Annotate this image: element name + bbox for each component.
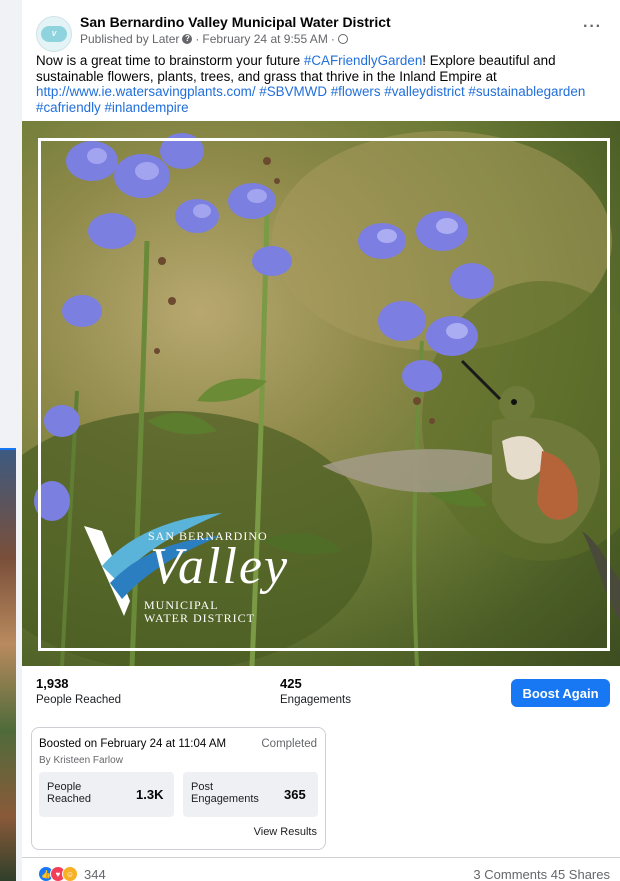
people-reached-value: 1,938 [36,676,69,691]
divider [22,857,620,858]
people-reached-metric: People Reached 1.3K [39,772,174,817]
metric-label: Post Engagements [191,781,259,805]
globe-icon [337,34,348,44]
engagements-stat: 425 Engagements [280,676,351,706]
facebook-post: V San Bernardino Valley Municipal Water … [22,0,620,881]
view-results-link[interactable]: View Results [254,826,317,838]
engagements-value: 425 [280,676,302,691]
metric-label-line-1: People [47,781,82,793]
reactions-summary[interactable]: 👍 ♥ ☺ 344 [38,866,106,881]
valley-logo-icon: V [41,26,67,42]
post-date[interactable]: February 24 at 9:55 AM [202,32,327,46]
caption-text: Now is a great time to brainstorm your f… [36,53,304,68]
boost-status: Completed [261,738,317,750]
page-avatar[interactable]: V [36,16,72,52]
hashtag-link[interactable]: #CAFriendlyGarden [304,53,422,68]
photo-frame [38,138,610,651]
people-reached-stat: 1,938 People Reached [36,676,121,706]
boost-again-button[interactable]: Boost Again [511,679,610,707]
metric-label-line-2: Engagements [191,793,259,805]
background-adjacent-card [0,448,16,881]
metric-value: 365 [284,787,306,802]
engagements-label: Engagements [280,694,351,706]
question-icon[interactable]: ? [182,34,193,44]
care-reaction-icon: ☺ [62,866,78,881]
boost-title: Boosted on February 24 at 11:04 AM [39,738,227,750]
post-caption: Now is a great time to brainstorm your f… [36,53,614,115]
reaction-count: 344 [84,866,106,881]
post-header: V San Bernardino Valley Municipal Water … [22,10,620,52]
comments-shares-count[interactable]: 3 Comments 45 Shares [473,867,610,881]
post-image[interactable]: San Bernardino Valley Municipal Water Di… [22,121,620,666]
page-name[interactable]: San Bernardino Valley Municipal Water Di… [80,14,391,30]
boost-author: By Kristeen Farlow [39,755,123,766]
meta-separator: · [330,32,335,46]
boost-summary-card: Boosted on February 24 at 11:04 AM Compl… [31,727,326,850]
published-by: Published by Later [80,32,180,46]
post-engagements-metric: Post Engagements 365 [183,772,318,817]
post-meta: Published by Later ? · February 24 at 9:… [80,32,348,46]
website-link[interactable]: http://www.ie.watersavingplants.com/ [36,84,256,99]
metric-label-line-2: Reached [47,793,92,805]
metric-label-line-1: Post [191,781,214,793]
metric-value: 1.3K [136,787,164,802]
meta-separator: · [195,32,200,46]
people-reached-label: People Reached [36,694,122,706]
metric-label: People Reached [47,781,91,805]
more-horizontal-icon[interactable]: ··· [583,18,602,36]
